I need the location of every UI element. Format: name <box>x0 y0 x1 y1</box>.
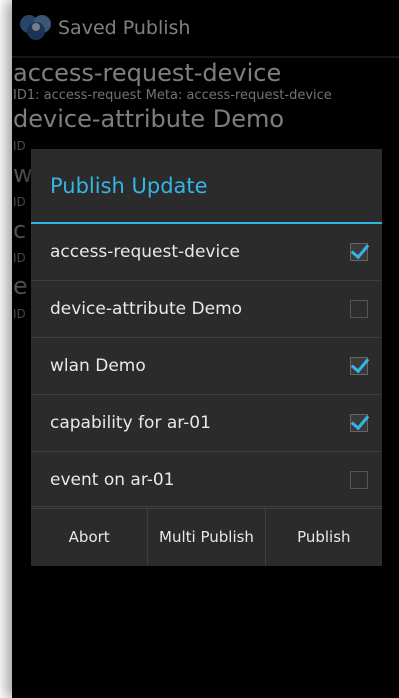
publish-option-row[interactable]: device-attribute Demo <box>31 281 382 338</box>
publish-button[interactable]: Publish <box>264 507 382 566</box>
publish-option-row[interactable]: event on ar-01 <box>31 452 382 509</box>
publish-option-row[interactable]: access-request-device <box>31 224 382 281</box>
publish-option-label: access-request-device <box>50 242 241 262</box>
publish-option-label: event on ar-01 <box>50 470 175 490</box>
checkbox-checked-icon[interactable] <box>350 243 368 261</box>
publish-option-label: wlan Demo <box>50 356 146 376</box>
device-screen: Saved Publish access-request-device ID1:… <box>12 0 399 698</box>
dialog-button-bar: Abort Multi Publish Publish <box>31 506 382 566</box>
checkbox-unchecked-icon[interactable] <box>350 300 368 318</box>
publish-option-label: capability for ar-01 <box>50 413 211 433</box>
abort-button[interactable]: Abort <box>31 507 147 566</box>
publish-option-label: device-attribute Demo <box>50 299 243 319</box>
checkbox-checked-icon[interactable] <box>350 357 368 375</box>
multi-publish-button[interactable]: Multi Publish <box>147 507 264 566</box>
publish-update-dialog: Publish Update access-request-device dev… <box>31 149 382 566</box>
publish-options-list: access-request-device device-attribute D… <box>31 224 382 509</box>
checkbox-unchecked-icon[interactable] <box>350 471 368 489</box>
publish-option-row[interactable]: capability for ar-01 <box>31 395 382 452</box>
publish-option-row[interactable]: wlan Demo <box>31 338 382 395</box>
checkbox-checked-icon[interactable] <box>350 414 368 432</box>
dialog-title: Publish Update <box>31 149 382 224</box>
